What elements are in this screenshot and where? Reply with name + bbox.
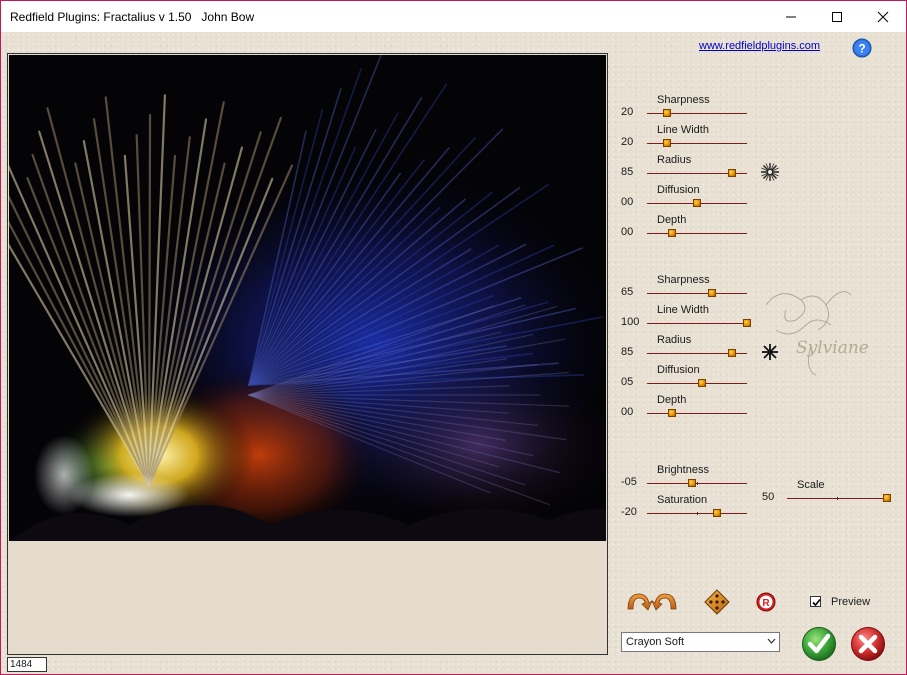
g2-sharpness-value[interactable]: 65 [621,286,647,298]
g1-depth-label: Depth [657,214,687,226]
plugin-window: Redfield Plugins: Fractalius v 1.50 John… [0,0,907,675]
g1-diffusion-slider-thumb[interactable] [693,199,701,207]
slider-center-tick [837,497,838,500]
saturation-label: Saturation [657,494,708,506]
preview-label: Preview [831,596,871,608]
g2-radius-value[interactable]: 85 [621,346,647,358]
undo-redo-arrows-icon[interactable] [625,589,679,613]
svg-text:Sylviane: Sylviane [796,338,869,358]
scale-label: Scale [797,479,825,491]
g1-radius-slider-thumb[interactable] [728,169,736,177]
g2-line-width-label: Line Width [657,304,709,316]
slider-center-tick [697,482,698,485]
g2-sharpness-slider-track[interactable] [647,293,747,294]
fractal-preview-image[interactable] [9,55,606,541]
chevron-down-icon [767,638,776,644]
g1-sharpness-slider-thumb[interactable] [663,109,671,117]
g2-depth-label: Depth [657,394,687,406]
redfield-website-link[interactable]: www.redfieldplugins.com [699,40,820,52]
g1-line-width-slider-track[interactable] [647,143,747,144]
g1-sharpness-slider-track[interactable] [647,113,747,114]
g1-radius-label: Radius [657,154,692,166]
g2-sharpness-label: Sharpness [657,274,710,286]
svg-text:R: R [762,598,770,609]
g1-diffusion-value[interactable]: 00 [621,196,647,208]
g2-radius-label: Radius [657,334,692,346]
g2-diffusion-label: Diffusion [657,364,700,376]
close-icon [877,11,889,22]
asterisk-icon[interactable] [760,162,780,182]
g2-line-width-slider-thumb[interactable] [743,319,751,327]
g2-diffusion-slider-thumb[interactable] [698,379,706,387]
g1-depth-slider-thumb[interactable] [668,229,676,237]
dice-icon[interactable] [704,589,730,615]
reset-icon[interactable]: R [756,592,776,612]
scale-value[interactable]: 50 [762,491,788,503]
cancel-button[interactable] [850,626,886,662]
window-title: Redfield Plugins: Fractalius v 1.50 John… [10,10,255,24]
watermark-signature: Sylviane [765,291,869,376]
g2-depth-value[interactable]: 00 [621,406,647,418]
g1-line-width-value[interactable]: 20 [621,136,647,148]
saturation-value[interactable]: -20 [621,506,647,518]
image-size-readout: 1484 [7,657,47,672]
g1-sharpness-value[interactable]: 20 [621,106,647,118]
ok-button[interactable] [801,626,837,662]
title-bar: Redfield Plugins: Fractalius v 1.50 John… [1,1,906,32]
g1-line-width-label: Line Width [657,124,709,136]
g2-line-width-slider-track[interactable] [647,323,747,324]
g1-line-width-slider-thumb[interactable] [663,139,671,147]
g2-diffusion-slider-track[interactable] [647,383,747,384]
g1-depth-slider-track[interactable] [647,233,747,234]
preset-selected-value: Crayon Soft [626,636,685,648]
g2-sharpness-slider-thumb[interactable] [708,289,716,297]
slider-center-tick [697,512,698,515]
brightness-value[interactable]: -05 [621,476,647,488]
preview-checkbox[interactable] [810,596,821,607]
brightness-slider-thumb[interactable] [688,479,696,487]
g2-depth-slider-thumb[interactable] [668,409,676,417]
close-window-button[interactable] [860,1,906,32]
maximize-icon [832,11,842,22]
g2-radius-slider-thumb[interactable] [728,349,736,357]
g2-line-width-value[interactable]: 100 [621,316,647,328]
help-icon[interactable]: ? [852,38,872,58]
minimize-button[interactable] [768,1,814,32]
g2-depth-slider-track[interactable] [647,413,747,414]
maximize-button[interactable] [814,1,860,32]
g1-sharpness-label: Sharpness [657,94,710,106]
g1-depth-value[interactable]: 00 [621,226,647,238]
preset-dropdown[interactable]: Crayon Soft [621,632,780,652]
preview-panel[interactable] [7,53,608,655]
svg-text:?: ? [858,42,865,56]
minimize-icon [786,16,796,17]
g1-radius-value[interactable]: 85 [621,166,647,178]
g2-diffusion-value[interactable]: 05 [621,376,647,388]
dialog-client-area: 1484 www.redfieldplugins.com ? Sharpness… [1,32,906,674]
brightness-label: Brightness [657,464,709,476]
checkmark-icon [812,598,821,607]
g1-diffusion-label: Diffusion [657,184,700,196]
scale-slider-thumb[interactable] [883,494,891,502]
saturation-slider-thumb[interactable] [713,509,721,517]
